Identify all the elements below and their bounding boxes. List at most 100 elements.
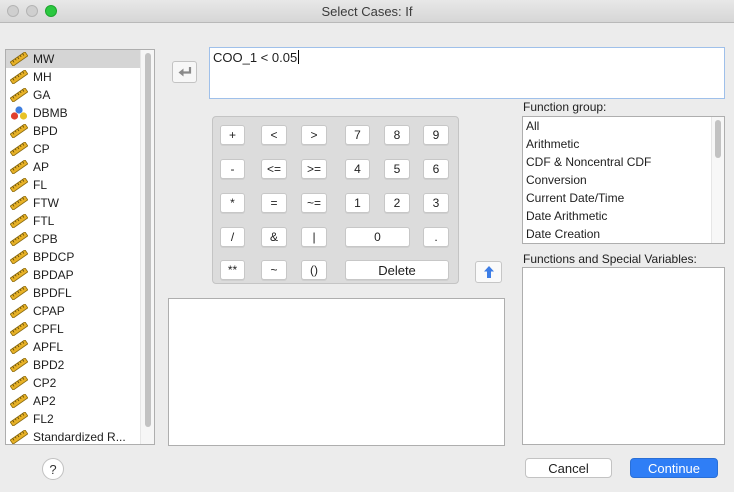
variable-item[interactable]: FL2 [6,410,154,428]
function-group-item[interactable]: Arithmetic [523,135,724,153]
key-ne[interactable]: ~= [301,193,327,213]
variable-item[interactable]: FTL [6,212,154,230]
return-arrow-icon [178,67,191,77]
key-paren[interactable]: () [301,260,327,280]
variable-label: FTW [33,196,59,210]
help-button[interactable]: ? [42,458,64,480]
scale-ruler-icon [9,51,29,67]
variable-item[interactable]: Standardized R... [6,428,154,444]
key-ge[interactable]: >= [301,159,327,179]
function-group-scrollbar[interactable] [711,117,724,243]
variable-label: AP2 [33,394,56,408]
variable-item[interactable]: BPDFL [6,284,154,302]
key-7[interactable]: 7 [345,125,370,145]
key-minus[interactable]: - [220,159,245,179]
scale-ruler-icon [9,411,29,427]
scale-ruler-icon [9,429,29,444]
scale-ruler-icon [9,375,29,391]
variable-item[interactable]: AP [6,158,154,176]
variable-list-scrollbar[interactable] [140,50,154,444]
key-delete[interactable]: Delete [345,260,449,280]
function-group-item[interactable]: All [523,117,724,135]
function-group-list[interactable]: All Arithmetic CDF & Noncentral CDF Convers… [522,116,725,244]
variable-item[interactable]: CPAP [6,302,154,320]
text-caret [298,50,300,64]
variable-item[interactable]: BPDCP [6,248,154,266]
title-bar: Select Cases: If [0,0,734,23]
key-5[interactable]: 5 [384,159,410,179]
variable-label: BPDFL [33,286,72,300]
variable-item[interactable]: CP2 [6,374,154,392]
variable-label: BPDAP [33,268,74,282]
key-eq[interactable]: = [261,193,287,213]
variable-item[interactable]: FL [6,176,154,194]
variable-item[interactable]: CP [6,140,154,158]
key-6[interactable]: 6 [423,159,449,179]
scale-ruler-icon [9,159,29,175]
variable-label: GA [33,88,51,102]
variable-label: DBMB [33,106,68,120]
scale-ruler-icon [9,123,29,139]
key-and[interactable]: & [261,227,287,247]
key-plus[interactable]: + [220,125,245,145]
functions-label: Functions and Special Variables: [523,252,697,266]
variable-label: CPFL [33,322,64,336]
function-group-item[interactable]: Date Arithmetic [523,207,724,225]
variable-item[interactable]: FTW [6,194,154,212]
key-div[interactable]: / [220,227,245,247]
insert-function-button[interactable] [475,261,502,283]
variable-list[interactable]: MW MH GA DBMB BPD CP AP FL FTW FTL CPB BPDCP BPDAP BP… [5,49,155,445]
variable-item[interactable]: GA [6,86,154,104]
key-le[interactable]: <= [261,159,287,179]
function-group-item[interactable]: CDF & Noncentral CDF [523,153,724,171]
continue-button[interactable]: Continue [630,458,718,478]
scale-ruler-icon [9,177,29,193]
key-9[interactable]: 9 [423,125,449,145]
transfer-variable-button[interactable] [172,61,197,83]
scale-ruler-icon [9,231,29,247]
variable-item[interactable]: CPB [6,230,154,248]
variable-item[interactable]: AP2 [6,392,154,410]
variable-list-scroll-thumb[interactable] [145,53,151,427]
functions-list[interactable] [522,267,725,445]
variable-label: CPB [33,232,58,246]
expression-input[interactable]: COO_1 < 0.05 [209,47,725,99]
key-4[interactable]: 4 [345,159,370,179]
scale-ruler-icon [9,69,29,85]
key-not[interactable]: ~ [261,260,287,280]
function-description-box [168,298,505,446]
cancel-button[interactable]: Cancel [525,458,612,478]
variable-item[interactable]: MH [6,68,154,86]
function-group-item[interactable]: Date Creation [523,225,724,243]
key-lt[interactable]: < [261,125,287,145]
function-group-item[interactable]: Current Date/Time [523,189,724,207]
scale-ruler-icon [9,321,29,337]
key-0[interactable]: 0 [345,227,410,247]
variable-item[interactable]: BPD [6,122,154,140]
expression-text: COO_1 < 0.05 [213,50,298,65]
variable-item[interactable]: DBMB [6,104,154,122]
key-3[interactable]: 3 [423,193,449,213]
variable-label: BPD [33,124,58,138]
key-8[interactable]: 8 [384,125,410,145]
variable-label: Standardized R... [33,430,126,444]
scale-ruler-icon [9,195,29,211]
variable-item[interactable]: APFL [6,338,154,356]
key-pow[interactable]: ** [220,260,245,280]
function-group-scroll-thumb[interactable] [715,120,721,158]
key-mult[interactable]: * [220,193,245,213]
key-1[interactable]: 1 [345,193,370,213]
variable-item[interactable]: CPFL [6,320,154,338]
scale-ruler-icon [9,393,29,409]
key-2[interactable]: 2 [384,193,410,213]
key-or[interactable]: | [301,227,327,247]
variable-item[interactable]: BPD2 [6,356,154,374]
variable-item[interactable]: MW [6,50,154,68]
key-gt[interactable]: > [301,125,327,145]
scale-ruler-icon [9,249,29,265]
key-dot[interactable]: . [423,227,449,247]
scale-ruler-icon [9,303,29,319]
calculator-keypad: + < >7 8 9 - <= >= 4 5 6 * = ~= 1 2 3 /& | 0. ** ~ () Delete [212,116,459,284]
function-group-item[interactable]: Conversion [523,171,724,189]
variable-item[interactable]: BPDAP [6,266,154,284]
